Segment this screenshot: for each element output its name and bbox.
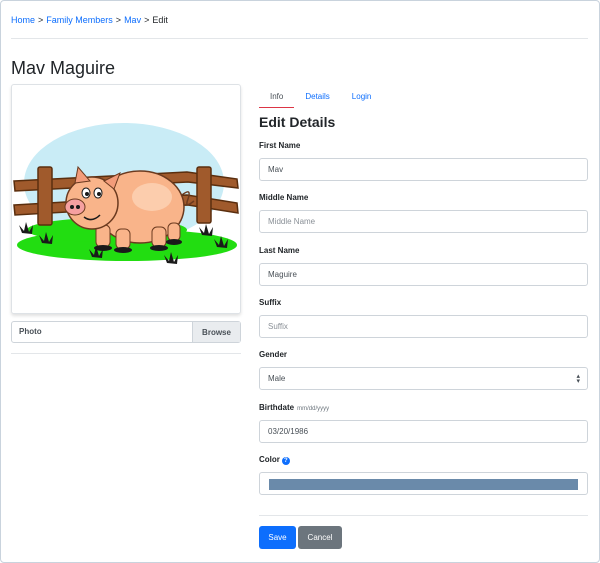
tab-info[interactable]: Info [259, 85, 295, 108]
tab-details[interactable]: Details [294, 85, 340, 108]
breadcrumb-home-link[interactable]: Home [11, 15, 35, 25]
color-label-text: Color [259, 455, 280, 464]
breadcrumb-separator: > [115, 15, 122, 25]
last-name-label: Last Name [259, 246, 300, 255]
birthdate-input[interactable]: 03/20/1986 [259, 420, 588, 443]
middle-name-input[interactable]: Middle Name [259, 210, 588, 233]
save-button[interactable]: Save [259, 526, 296, 549]
pig-image [12, 123, 240, 313]
divider [259, 515, 588, 516]
photo-file-input[interactable]: Photo Browse [11, 321, 241, 343]
breadcrumb-separator: > [144, 15, 150, 25]
last-name-input[interactable]: Maguire [259, 263, 588, 286]
gender-label: Gender [259, 350, 288, 359]
suffix-input[interactable]: Suffix [259, 315, 588, 338]
color-swatch [269, 479, 578, 490]
breadcrumb-current: Edit [152, 15, 168, 25]
tab-login[interactable]: Login [341, 85, 383, 108]
tab-bar: Info Details Login [259, 85, 382, 108]
color-picker-input[interactable] [259, 472, 588, 495]
birthdate-label: Birthdate mm/dd/yyyy [259, 403, 329, 412]
select-arrows-icon: ▴ ▾ [576, 373, 580, 385]
photo-file-label: Photo [19, 327, 42, 336]
profile-photo [11, 84, 241, 314]
divider [11, 38, 588, 39]
section-title: Edit Details [259, 114, 336, 130]
page-title: Mav Maguire [11, 58, 116, 78]
breadcrumb-separator: > [38, 15, 44, 25]
divider [11, 353, 241, 354]
breadcrumb: Home > Family Members > Mav > Edit [11, 15, 168, 25]
birthdate-label-text: Birthdate [259, 403, 295, 412]
first-name-input[interactable]: Mav [259, 158, 588, 181]
birthdate-format-hint: mm/dd/yyyy [297, 406, 330, 412]
gender-select[interactable]: Male ▴ ▾ [259, 367, 588, 390]
middle-name-label: Middle Name [259, 193, 309, 202]
breadcrumb-member-link[interactable]: Mav [124, 15, 141, 25]
suffix-label: Suffix [259, 298, 282, 307]
question-circle-icon[interactable]: ? [281, 457, 290, 465]
breadcrumb-family-members-link[interactable]: Family Members [46, 15, 113, 25]
cancel-button[interactable]: Cancel [298, 526, 342, 549]
color-label: Color? [259, 455, 290, 465]
first-name-label: First Name [259, 141, 301, 150]
browse-button[interactable]: Browse [192, 322, 240, 342]
gender-selected-value: Male [268, 374, 286, 383]
